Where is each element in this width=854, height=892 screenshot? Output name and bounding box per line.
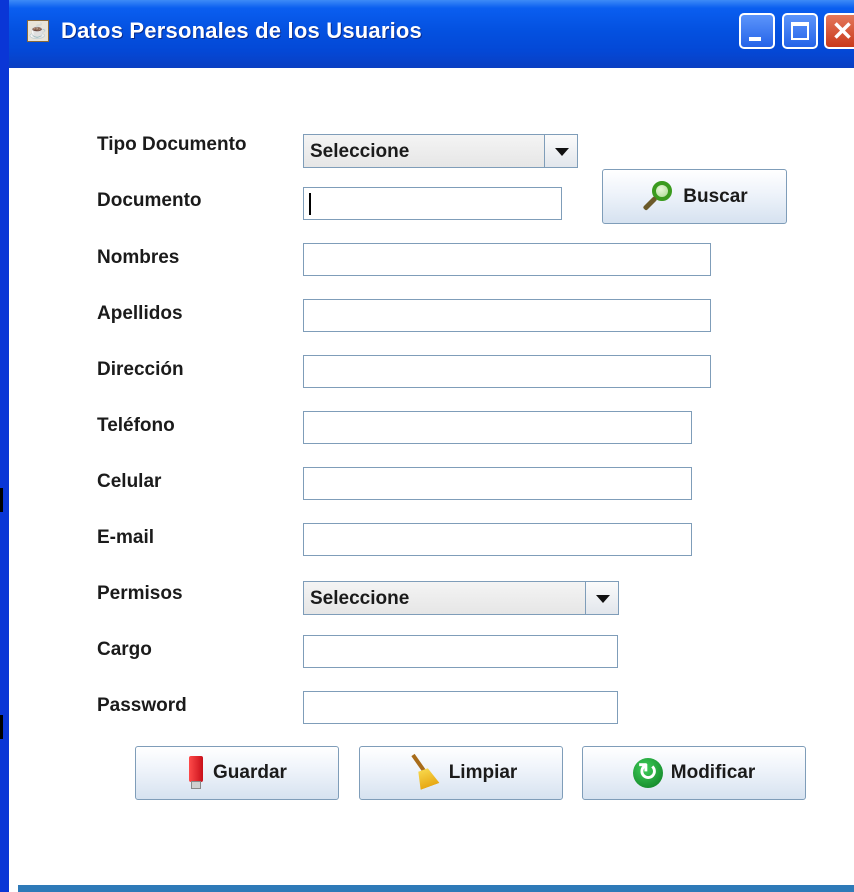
apellidos-field[interactable] (303, 299, 711, 332)
modificar-button[interactable]: Modificar (582, 746, 806, 800)
permisos-selected: Seleccione (310, 588, 410, 609)
maximize-button[interactable] (782, 13, 818, 49)
celular-label: Celular (97, 471, 162, 492)
java-cup-icon: ☕ (27, 20, 49, 42)
email-field[interactable] (303, 523, 692, 556)
guardar-label: Guardar (213, 762, 287, 783)
nombres-label: Nombres (97, 247, 180, 268)
telefono-input[interactable] (304, 412, 691, 443)
email-label: E-mail (97, 527, 155, 548)
direccion-label: Dirección (97, 359, 184, 380)
telefono-field[interactable] (303, 411, 692, 444)
usb-drive-icon (187, 756, 205, 790)
cargo-input[interactable] (304, 636, 617, 667)
telefono-label: Teléfono (97, 415, 175, 436)
apellidos-label: Apellidos (97, 303, 183, 324)
cargo-field[interactable] (303, 635, 618, 668)
chevron-down-icon[interactable] (585, 582, 618, 614)
password-label: Password (97, 695, 187, 716)
chevron-down-icon[interactable] (544, 135, 577, 167)
direccion-field[interactable] (303, 355, 711, 388)
broom-icon (405, 753, 441, 791)
password-field[interactable] (303, 691, 618, 724)
maximize-icon (791, 22, 809, 40)
email-input[interactable] (304, 524, 691, 555)
permisos-label: Permisos (97, 583, 183, 604)
password-input[interactable] (304, 692, 617, 723)
cargo-label: Cargo (97, 639, 152, 660)
dialog-window: ☕ Datos Personales de los Usuarios ✕ Tip… (0, 0, 854, 892)
nombres-input[interactable] (304, 244, 710, 275)
minimize-button[interactable] (739, 13, 775, 49)
celular-field[interactable] (303, 467, 692, 500)
title-bar[interactable]: ☕ Datos Personales de los Usuarios ✕ (9, 0, 854, 68)
close-icon: ✕ (831, 16, 854, 46)
guardar-button[interactable]: Guardar (135, 746, 339, 800)
direccion-input[interactable] (304, 356, 710, 387)
minimize-icon (749, 37, 761, 41)
magnifier-icon (641, 180, 675, 214)
nombres-field[interactable] (303, 243, 711, 276)
documento-input[interactable] (304, 188, 561, 219)
edge-artifact (0, 488, 3, 512)
celular-input[interactable] (304, 468, 691, 499)
close-button[interactable]: ✕ (824, 13, 854, 49)
modificar-label: Modificar (670, 762, 756, 783)
window-title: Datos Personales de los Usuarios (61, 18, 422, 43)
limpiar-button[interactable]: Limpiar (359, 746, 563, 800)
tipo-documento-label: Tipo Documento (97, 134, 247, 155)
permisos-select[interactable]: Seleccione (303, 581, 619, 615)
edge-artifact (0, 715, 3, 739)
buscar-button[interactable]: Buscar (602, 169, 787, 224)
window-bottom-edge (18, 885, 854, 892)
tipo-documento-select[interactable]: Seleccione (303, 134, 578, 168)
limpiar-label: Limpiar (448, 762, 518, 783)
apellidos-input[interactable] (304, 300, 710, 331)
buscar-label: Buscar (683, 185, 748, 207)
tipo-documento-selected: Seleccione (310, 141, 410, 162)
documento-label: Documento (97, 190, 202, 211)
documento-field[interactable] (303, 187, 562, 220)
text-caret (309, 193, 311, 215)
refresh-icon (632, 758, 663, 788)
